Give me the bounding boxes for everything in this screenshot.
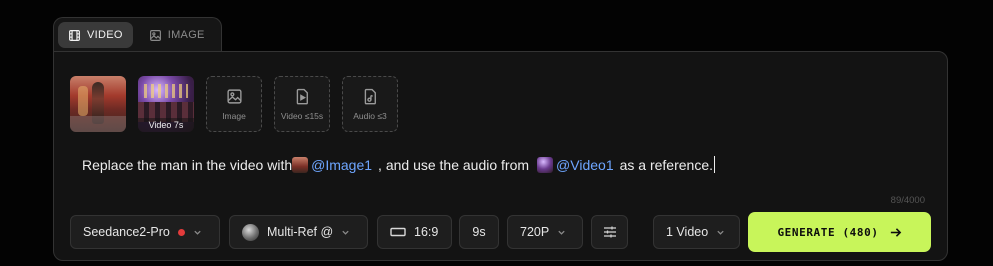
video-count-label: 1 Video bbox=[666, 225, 709, 239]
video-count-select[interactable]: 1 Video bbox=[653, 215, 740, 249]
duration-label: 9s bbox=[472, 225, 486, 239]
image-mention-thumbnail bbox=[292, 156, 309, 173]
thumbnail-lights bbox=[144, 84, 188, 98]
video-mention-thumbnail bbox=[537, 156, 554, 173]
compose-panel: Video 7s Image Video ≤15s Audio ≤3 Repla… bbox=[53, 51, 948, 261]
chevron-down-icon bbox=[717, 230, 724, 235]
mode-tabs: VIDEO IMAGE bbox=[53, 17, 222, 52]
model-label: Seedance2-Pro bbox=[83, 225, 170, 239]
reference-mode-label: Multi-Ref @ bbox=[267, 225, 334, 239]
thumbnail-glow bbox=[78, 86, 88, 116]
prompt-text-2: , and use the audio from bbox=[378, 156, 530, 173]
tab-video[interactable]: VIDEO bbox=[58, 22, 133, 48]
image-mention[interactable]: @Image1 bbox=[292, 156, 373, 173]
sliders-icon bbox=[603, 226, 616, 238]
reference-mode-select[interactable]: Multi-Ref @ bbox=[229, 215, 368, 249]
add-image-label: Image bbox=[222, 110, 246, 121]
settings-button[interactable] bbox=[591, 215, 628, 249]
add-audio-slot[interactable]: Audio ≤3 bbox=[342, 76, 398, 132]
text-caret bbox=[714, 156, 715, 173]
tab-image[interactable]: IMAGE bbox=[139, 22, 215, 48]
reference-video-thumbnail[interactable]: Video 7s bbox=[138, 76, 194, 132]
video-mention[interactable]: @Video1 bbox=[537, 156, 614, 173]
avatar bbox=[242, 223, 259, 241]
tab-image-label: IMAGE bbox=[167, 29, 205, 41]
arrow-right-icon bbox=[890, 227, 901, 237]
resolution-label: 720P bbox=[520, 225, 550, 239]
reference-image-thumbnail[interactable] bbox=[70, 76, 126, 132]
audio-file-icon bbox=[364, 88, 376, 104]
add-audio-label: Audio ≤3 bbox=[353, 110, 387, 121]
aspect-ratio-label: 16:9 bbox=[414, 225, 439, 239]
aspect-ratio-icon bbox=[390, 227, 406, 237]
thumbnail-overlay bbox=[70, 116, 126, 132]
model-status-dot bbox=[177, 228, 185, 236]
video-mention-label: @Video1 bbox=[556, 156, 614, 173]
image-icon bbox=[226, 88, 242, 104]
chevron-down-icon bbox=[194, 230, 201, 235]
video-duration-caption: Video 7s bbox=[138, 118, 194, 132]
tab-video-label: VIDEO bbox=[87, 29, 123, 41]
prompt-input[interactable]: Replace the man in the video with @Image… bbox=[82, 156, 715, 173]
prompt-text-3: as a reference. bbox=[619, 156, 713, 173]
resolution-select[interactable]: 720P bbox=[507, 215, 583, 249]
add-video-label: Video ≤15s bbox=[280, 110, 324, 121]
generate-button[interactable]: GENERATE (480) bbox=[748, 212, 931, 252]
aspect-ratio-button[interactable]: 16:9 bbox=[377, 215, 452, 249]
duration-button[interactable]: 9s bbox=[459, 215, 499, 249]
add-image-slot[interactable]: Image bbox=[206, 76, 262, 132]
video-file-icon bbox=[296, 88, 308, 104]
image-mention-label: @Image1 bbox=[311, 156, 373, 173]
film-icon bbox=[69, 29, 80, 41]
add-video-slot[interactable]: Video ≤15s bbox=[274, 76, 330, 132]
chevron-down-icon bbox=[342, 230, 349, 235]
model-select[interactable]: Seedance2-Pro bbox=[70, 215, 220, 249]
character-counter: 89/4000 bbox=[890, 195, 925, 206]
chevron-down-icon bbox=[558, 230, 565, 235]
generate-label: GENERATE (480) bbox=[777, 225, 879, 239]
prompt-text-1: Replace the man in the video with bbox=[82, 156, 293, 173]
image-icon bbox=[149, 29, 161, 41]
